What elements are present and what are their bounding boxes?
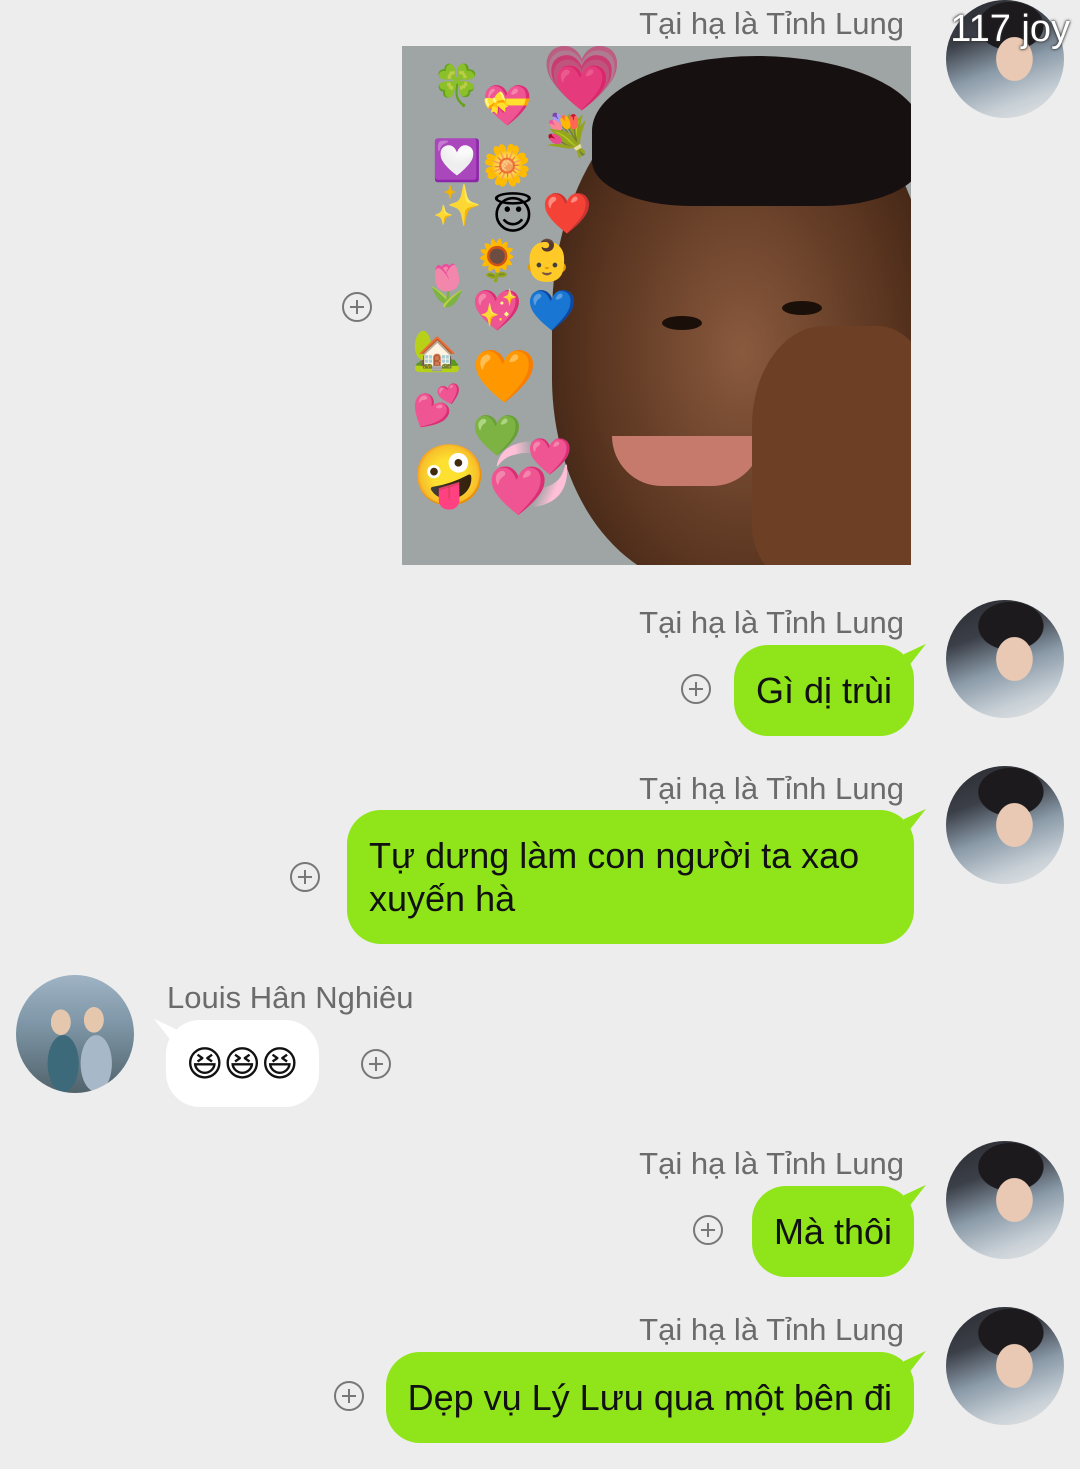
emoji-flower: 🌼 [482,144,532,188]
sender-name: Tại hạ là Tỉnh Lung [639,771,904,806]
emoji-gift-heart: 💝 [482,84,532,128]
emoji-sparkling-heart: 💖 [472,289,522,333]
avatar[interactable] [16,975,134,1093]
message-text: Tự dưng làm con người ta xao xuyến hà [369,835,860,919]
watermark: 117 joy [950,8,1070,50]
message-bubble[interactable]: Tự dưng làm con người ta xao xuyến hà [347,808,926,944]
avatar[interactable] [946,766,1064,884]
emoji-heart: 💗 [542,46,622,114]
emoji-orange-heart: 🧡 [472,348,537,406]
plus-circle-icon[interactable] [342,292,372,322]
bubble-tail [154,1018,176,1048]
emoji-two-hearts: 💕 [412,384,462,428]
emoji-tulip: 🌷 [422,264,472,308]
emoji-clover: 🍀 [432,64,482,108]
avatar[interactable] [946,1307,1064,1425]
message-text: Dẹp vụ Lý Lưu qua một bên đi [407,1377,892,1418]
emoji-baby: 👶 [522,239,572,283]
sender-name: Louis Hân Nghiêu [167,980,414,1015]
photo-eye [782,301,822,315]
bubble-tail [904,1350,926,1380]
message-bubble[interactable]: Gì dị trùi [733,643,926,736]
sender-name: Tại hạ là Tỉnh Lung [639,605,904,640]
avatar[interactable] [946,1141,1064,1259]
image-message[interactable]: 🍀 💝 💗 💐 💟 🌼 ✨ 😇 ❤️ 🌻 👶 🌷 💖 💙 🏡 🧡 💕 💚 🤪 💞 [402,46,911,565]
message-text: 😆😆😆 [186,1043,299,1084]
emoji-sunflower: 🌻 [472,239,522,283]
plus-circle-icon[interactable] [334,1381,364,1411]
emoji-revolving-hearts: 💞 [487,437,575,515]
emoji-heart-box: 💟 [432,139,482,183]
emoji-red-heart: ❤️ [542,192,592,236]
plus-circle-icon[interactable] [361,1049,391,1079]
emoji-angel: 😇 [492,194,534,238]
bubble-tail [904,1184,926,1214]
message-bubble[interactable]: Mà thôi [751,1184,926,1277]
bubble-tail [904,808,926,838]
bubble-tail [904,643,926,673]
sender-name: Tại hạ là Tỉnh Lung [639,6,904,41]
photo-eye [662,316,702,330]
emoji-zany-face: 🤪 [412,442,487,509]
emoji-house: 🏡 [412,329,462,373]
message-bubble[interactable]: 😆😆😆 [154,1018,319,1107]
message-bubble[interactable]: Dẹp vụ Lý Lưu qua một bên đi [385,1350,926,1443]
emoji-bouquet: 💐 [542,114,592,158]
sender-name: Tại hạ là Tỉnh Lung [639,1312,904,1347]
message-text: Mà thôi [773,1211,892,1252]
plus-circle-icon[interactable] [290,862,320,892]
avatar[interactable] [946,600,1064,718]
plus-circle-icon[interactable] [693,1215,723,1245]
plus-circle-icon[interactable] [681,674,711,704]
emoji-sparkles: ✨ [432,184,482,228]
photo-hair [592,56,911,206]
message-text: Gì dị trùi [755,670,892,711]
emoji-blue-heart: 💙 [527,289,577,333]
photo-hand [752,326,911,565]
sender-name: Tại hạ là Tỉnh Lung [639,1146,904,1181]
